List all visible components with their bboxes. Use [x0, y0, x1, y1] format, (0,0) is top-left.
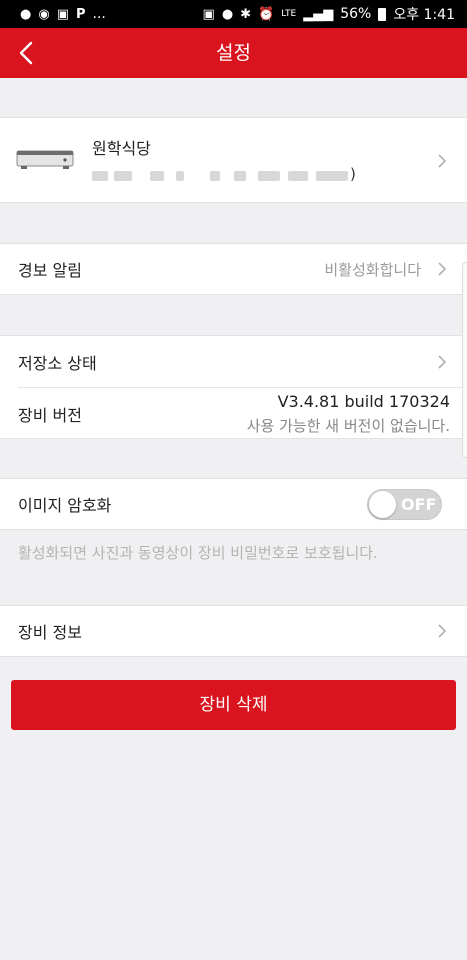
network-type: LTE: [281, 9, 297, 19]
bluetooth-icon: ✱: [240, 6, 252, 22]
encryption-hint: 활성화되면 사진과 동영상이 장비 비밀번호로 보호됩니다.: [18, 544, 378, 562]
app-icon-2: ◉: [38, 6, 50, 22]
version-label: 장비 버전: [18, 405, 82, 425]
talk-icon: ▣: [56, 6, 69, 22]
app-icon-1: ●: [20, 6, 32, 22]
toggle-text: OFF: [401, 495, 437, 514]
back-arrow-icon: [19, 41, 33, 65]
toggle-knob: [369, 491, 396, 518]
delete-device-button[interactable]: 장비 삭제: [11, 680, 456, 730]
p-icon: P: [75, 6, 86, 22]
alarm-clock-icon: ⏰: [258, 6, 275, 22]
alarm-row[interactable]: 경보 알림 비활성화합니다: [0, 243, 467, 295]
version-note: 사용 가능한 새 버전이 없습니다.: [246, 417, 450, 435]
status-ellipsis: ...: [92, 6, 106, 22]
storage-version-group: 저장소 상태 장비 버전 V3.4.81 build 170324 사용 가능한…: [0, 335, 467, 439]
storage-row[interactable]: 저장소 상태: [0, 336, 467, 387]
storage-label: 저장소 상태: [18, 353, 97, 373]
device-name: 원학식당: [92, 139, 151, 158]
chevron-right-icon: [437, 354, 447, 370]
chevron-right-icon: [437, 261, 447, 277]
device-card[interactable]: 원학식당 ): [0, 117, 467, 203]
device-serial-blurred: ): [92, 165, 357, 184]
encryption-row: 이미지 암호화 OFF: [0, 478, 467, 530]
device-info-row[interactable]: 장비 정보: [0, 605, 467, 657]
status-left: ● ◉ ▣ P ...: [20, 6, 106, 22]
sim-icon: ▣: [202, 6, 215, 22]
status-bar: ● ◉ ▣ P ... ▣ ● ✱ ⏰ LTE ▂▄▆ 56% 오후 1:41: [0, 0, 467, 28]
signal-icon: ▂▄▆: [303, 6, 334, 22]
scroll-edge: [462, 262, 467, 458]
page-title: 설정: [216, 42, 251, 64]
version-value: V3.4.81 build 170324: [277, 392, 450, 411]
chevron-right-icon: [437, 623, 447, 639]
status-right: ▣ ● ✱ ⏰ LTE ▂▄▆ 56% 오후 1:41: [203, 4, 455, 24]
nvr-device-icon: [16, 150, 74, 169]
battery-percent: 56%: [340, 6, 372, 22]
battery-icon: [378, 7, 387, 21]
device-serial-suffix: ): [350, 165, 356, 183]
alarm-label: 경보 알림: [18, 261, 82, 280]
encryption-label: 이미지 암호화: [18, 496, 112, 515]
chevron-right-icon: [437, 153, 447, 169]
back-button[interactable]: [6, 28, 46, 78]
status-time: 오후 1:41: [393, 7, 455, 23]
alarm-value: 비활성화합니다: [324, 260, 421, 279]
version-row: 장비 버전 V3.4.81 build 170324 사용 가능한 새 버전이 …: [0, 388, 467, 439]
location-icon: ●: [221, 6, 234, 22]
app-header: 설정: [0, 28, 467, 78]
device-info-label: 장비 정보: [18, 623, 82, 642]
encryption-toggle[interactable]: OFF: [367, 489, 442, 520]
